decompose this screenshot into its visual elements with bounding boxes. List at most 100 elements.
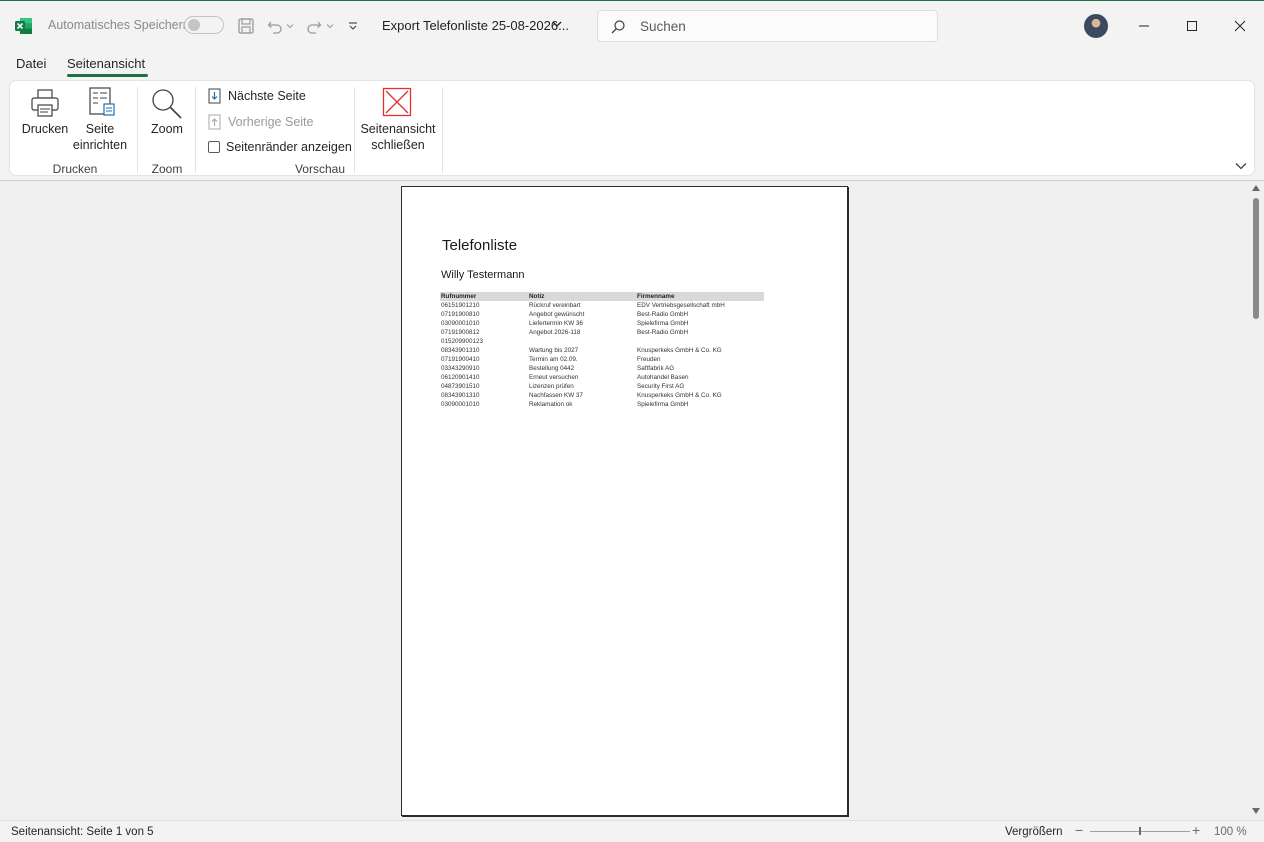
customize-quick-access-icon[interactable] [342, 15, 364, 37]
scroll-up-arrow-icon[interactable] [1252, 185, 1260, 191]
page-setup-label-line1: Seite [85, 122, 115, 136]
page-subtitle: Willy Testermann [441, 269, 525, 281]
next-page-label: Nächste Seite [228, 89, 306, 103]
tab-datei[interactable]: Datei [16, 56, 46, 71]
close-window-icon[interactable] [1229, 15, 1251, 37]
print-button[interactable]: Drucken [21, 87, 69, 155]
scrollbar-thumb[interactable] [1253, 198, 1259, 319]
search-icon [610, 19, 626, 35]
zoom-in-button[interactable]: + [1192, 822, 1200, 838]
print-preview-area: Telefonliste Willy Testermann Rufnummer … [0, 180, 1264, 820]
page-setup-button[interactable]: Seite einrichten [71, 87, 129, 155]
zoom-in-label[interactable]: Vergrößern [1005, 826, 1063, 838]
magnifier-icon [150, 87, 184, 124]
table-cell: 06151901210 [441, 302, 480, 309]
table-row: 06151901210 Rückruf vereinbart EDV Vertrie… [440, 301, 764, 310]
show-margins-label: Seitenränder anzeigen [226, 140, 352, 154]
printer-icon [29, 87, 61, 124]
table-row: 08343901310 Nachfassen KW 37 Knusperkeks G… [440, 391, 764, 400]
table-header-cell: Notiz [529, 293, 545, 300]
previous-page-button[interactable]: Vorherige Seite [208, 114, 313, 130]
table-row: 07191900810 Angebot gewünscht Best-Radio G… [440, 310, 764, 319]
table-cell: Termin am 02.09. [529, 356, 578, 363]
vertical-scrollbar[interactable] [1248, 181, 1264, 821]
previous-page-icon [208, 114, 222, 130]
table-row: 03090001010 Liefertermin KW 36 Spielefirma… [440, 319, 764, 328]
table-cell: Knusperkeks GmbH & Co. KG [637, 392, 722, 399]
table-cell: 04873901510 [441, 383, 480, 390]
status-bar: Seitenansicht: Seite 1 von 5 Vergrößern … [0, 820, 1264, 842]
title-bar: Automatisches Speichern Export Telefonli… [0, 0, 1264, 50]
table-cell: Angebot gewünscht [529, 311, 585, 318]
table-row: 04873901510 Lizenzen prüfen Security First… [440, 382, 764, 391]
table-cell: Bestellung 0442 [529, 365, 575, 372]
maximize-icon[interactable] [1181, 15, 1203, 37]
table-cell: 07191900810 [441, 311, 480, 318]
group-separator [442, 87, 443, 173]
table-cell: 06120901410 [441, 374, 480, 381]
undo-dropdown-chevron-icon[interactable] [283, 15, 297, 37]
table-cell: Wartung bis 2027 [529, 347, 579, 354]
table-cell: Angebot 2026-118 [529, 329, 581, 336]
document-title-chevron-icon[interactable] [550, 17, 564, 31]
table-cell: EDV Vertriebsgesellschaft mbH [637, 302, 725, 309]
table-cell: 07191900812 [441, 329, 480, 336]
show-margins-checkbox[interactable]: Seitenränder anzeigen [208, 140, 352, 154]
zoom-button-label: Zoom [151, 122, 183, 136]
table-cell: Knusperkeks GmbH & Co. KG [637, 347, 722, 354]
group-separator [354, 87, 355, 173]
ribbon-tabs: Datei Seitenansicht [0, 50, 1264, 78]
zoom-percentage[interactable]: 100 % [1214, 826, 1247, 838]
table-cell: Spielefirma GmbH [637, 320, 689, 327]
redo-icon[interactable] [303, 15, 325, 37]
table-cell: 03343290910 [441, 365, 480, 372]
close-preview-button[interactable]: Seitenansicht schließen [360, 87, 436, 155]
table-cell: Spielefirma GmbH [637, 401, 689, 408]
close-preview-label-line2: schließen [371, 138, 425, 152]
phone-table: Rufnummer Notiz Firmenname 06151901210 Rü… [440, 292, 764, 409]
save-icon[interactable] [235, 15, 257, 37]
table-cell: Security First AG [637, 383, 685, 390]
excel-app-icon [14, 16, 34, 36]
next-page-icon [208, 88, 222, 104]
search-box[interactable]: Suchen [597, 10, 938, 42]
zoom-button[interactable]: Zoom [146, 87, 188, 155]
close-preview-label-line1: Seitenansicht [360, 122, 436, 136]
table-cell: Reklamation ok [529, 401, 573, 408]
page-title: Telefonliste [442, 237, 518, 254]
checkbox-box[interactable] [208, 141, 220, 153]
table-header-cell: Rufnummer [441, 293, 477, 300]
table-row: 03343290910 Bestellung 0442 Saftfabrik AG [440, 364, 764, 373]
group-label-drucken: Drucken [52, 162, 98, 176]
table-cell: Lizenzen prüfen [529, 383, 574, 390]
group-label-vorschau: Vorschau [294, 162, 346, 176]
tab-seitenansicht[interactable]: Seitenansicht [67, 56, 145, 71]
ribbon: Drucken Seite einrichten Drucken Zoom Zo… [9, 80, 1255, 176]
ribbon-collapse-chevron-icon[interactable] [1234, 159, 1248, 171]
zoom-out-button[interactable]: − [1075, 822, 1083, 838]
table-cell: 015209900123 [441, 338, 484, 345]
table-cell: 03090001010 [441, 320, 480, 327]
table-cell: 08343901310 [441, 347, 480, 354]
autosave-toggle[interactable] [184, 16, 224, 34]
table-cell: Liefertermin KW 36 [529, 320, 583, 327]
user-avatar[interactable] [1084, 14, 1108, 38]
table-row: 06120901410 Erneut versuchen Autohandel Ba… [440, 373, 764, 382]
table-row: 015209900123 [440, 337, 764, 346]
zoom-slider-thumb[interactable] [1139, 827, 1141, 835]
table-cell: 07191900410 [441, 356, 480, 363]
redo-dropdown-chevron-icon[interactable] [323, 15, 337, 37]
table-row: 03090001010 Reklamation ok Spielefirma Gmb… [440, 400, 764, 409]
minimize-icon[interactable] [1133, 15, 1155, 37]
document-title[interactable]: Export Telefonliste 25-08-2026... [382, 18, 569, 33]
status-page-info: Seitenansicht: Seite 1 von 5 [11, 826, 154, 838]
table-cell: Nachfassen KW 37 [529, 392, 583, 399]
table-cell: Erneut versuchen [529, 374, 579, 381]
next-page-button[interactable]: Nächste Seite [208, 88, 306, 104]
page-setup-label-line2: einrichten [72, 138, 128, 152]
table-cell: Best-Radio GmbH [637, 329, 689, 336]
search-input[interactable]: Suchen [640, 19, 686, 34]
scroll-down-arrow-icon[interactable] [1252, 808, 1260, 814]
table-row: 07191900410 Termin am 02.09. Freuden [440, 355, 764, 364]
page-setup-icon [88, 87, 118, 124]
